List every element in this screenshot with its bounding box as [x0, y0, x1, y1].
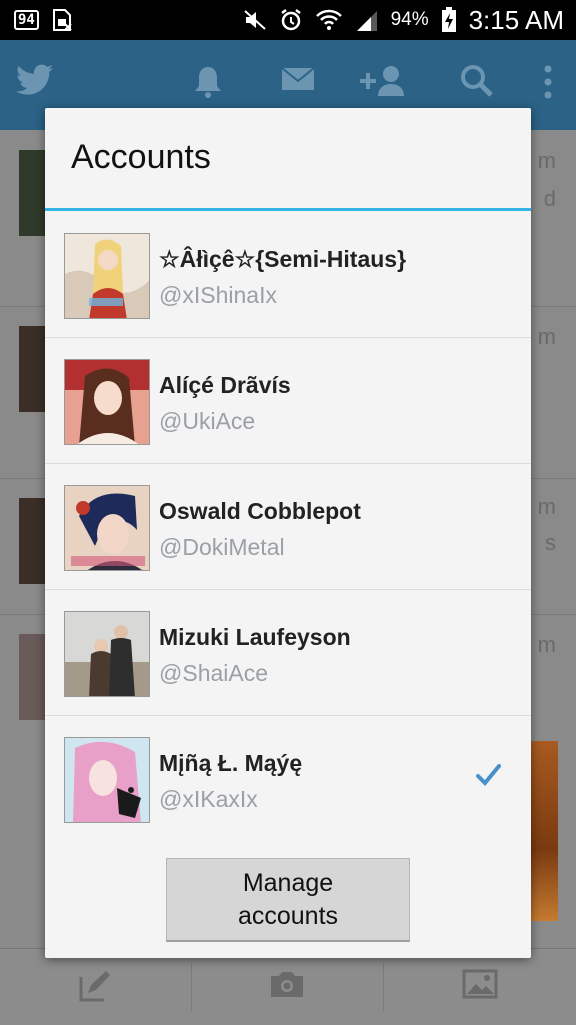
overflow-menu-icon[interactable] [543, 64, 553, 104]
bottom-action-bar [0, 948, 576, 1025]
account-name: ☆Âłìçê☆{Semi-Hitaus} [159, 246, 407, 272]
title-divider [45, 208, 531, 211]
timestamp: m [537, 148, 556, 173]
account-item[interactable]: ☆Âłìçê☆{Semi-Hitaus} @xIShinaIx [45, 212, 531, 338]
timestamp: m [537, 632, 556, 657]
timestamp: m [537, 494, 556, 519]
sim-card-icon [51, 8, 73, 32]
alarm-icon [279, 8, 303, 32]
signal-icon [355, 9, 379, 31]
status-bar: 94 94% 3:15 AM [0, 0, 576, 40]
compose-tweet-icon[interactable] [78, 969, 112, 1007]
accounts-dialog: Accounts ☆Âłìçê☆{Semi-Hitaus} @xIShinaIx [45, 108, 531, 958]
search-icon[interactable] [460, 64, 494, 102]
account-item[interactable]: Alíçé Drãvís @UkiAce [45, 338, 531, 464]
account-handle: @xIShinaIx [159, 282, 277, 308]
tweet-text-fragment: s [545, 530, 556, 555]
wifi-icon [315, 8, 343, 32]
avatar [64, 611, 150, 697]
twitter-bird-icon[interactable] [16, 64, 54, 100]
tweet-text-fragment: d [543, 186, 556, 211]
manage-accounts-button[interactable]: Manage accounts [166, 858, 410, 942]
account-item-selected[interactable]: Mįñą Ł. Mąýę @xIKaxIx [45, 716, 531, 841]
image-gallery-icon[interactable] [462, 969, 498, 1003]
timestamp: m [537, 324, 556, 349]
mute-icon [243, 9, 267, 31]
avatar [64, 233, 150, 319]
divider [191, 963, 192, 1011]
account-handle: @ShaiAce [159, 660, 269, 686]
account-handle: @UkiAce [159, 408, 256, 434]
account-item[interactable]: Oswald Cobblepot @DokiMetal [45, 464, 531, 590]
account-item[interactable]: Mizuki Laufeyson @ShaiAce [45, 590, 531, 716]
checkmark-icon [475, 762, 501, 792]
dialog-title: Accounts [71, 138, 211, 176]
account-name: Oswald Cobblepot [159, 498, 361, 524]
account-name: Mizuki Laufeyson [159, 624, 351, 650]
notifications-bell-icon[interactable] [193, 64, 223, 104]
camera-icon[interactable] [269, 969, 305, 1003]
tweet-media-image[interactable] [530, 741, 558, 921]
account-handle: @DokiMetal [159, 534, 285, 560]
notification-count-icon: 94 [14, 10, 39, 30]
battery-percent: 94% [390, 9, 429, 30]
avatar [64, 737, 150, 823]
clock: 3:15 AM [468, 4, 564, 35]
account-name: Mįñą Ł. Mąýę [159, 750, 303, 776]
avatar [64, 359, 150, 445]
avatar [64, 485, 150, 571]
divider [383, 963, 384, 1011]
messages-envelope-icon[interactable] [281, 64, 315, 98]
add-user-icon[interactable] [360, 64, 408, 102]
account-list: ☆Âłìçê☆{Semi-Hitaus} @xIShinaIx Alíçé Dr… [45, 212, 531, 841]
account-handle: @xIKaxIx [159, 786, 258, 812]
battery-charging-icon [441, 7, 457, 33]
account-name: Alíçé Drãvís [159, 372, 291, 398]
